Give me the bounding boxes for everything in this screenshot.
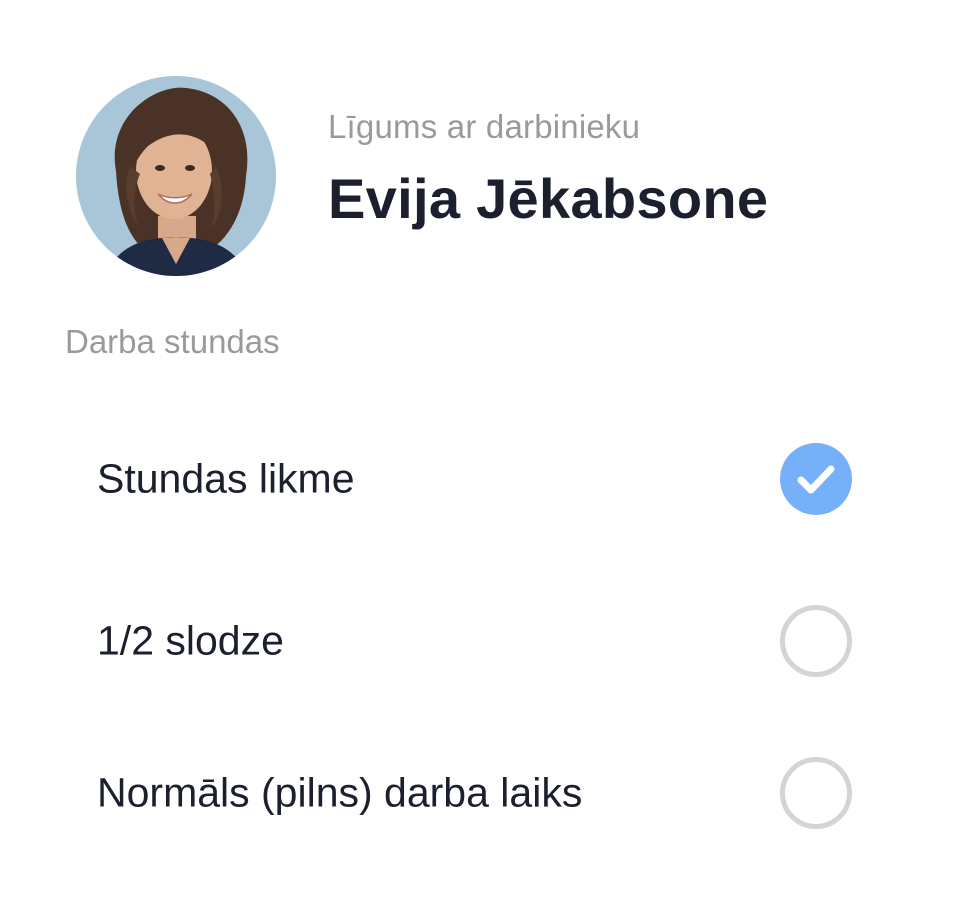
option-label: Normāls (pilns) darba laiks <box>97 769 583 816</box>
contract-header: Līgums ar darbinieku Evija Jēkabsone <box>76 76 896 276</box>
person-photo-icon <box>76 76 276 276</box>
contract-subtitle: Līgums ar darbinieku <box>328 108 641 145</box>
radio-unchecked-icon[interactable] <box>780 757 852 829</box>
option-label: Stundas likme <box>97 455 355 502</box>
checkmark-icon <box>797 465 835 494</box>
employee-name: Evija Jēkabsone <box>328 167 769 230</box>
option-label: 1/2 slodze <box>97 617 284 664</box>
option-half-time[interactable]: 1/2 slodze <box>64 586 884 696</box>
avatar <box>76 76 276 276</box>
radio-checked-icon[interactable] <box>780 443 852 515</box>
option-full-time[interactable]: Normāls (pilns) darba laiks <box>64 738 884 848</box>
section-label-work-hours: Darba stundas <box>65 323 280 360</box>
option-hourly-rate[interactable]: Stundas likme <box>64 424 884 534</box>
radio-unchecked-icon[interactable] <box>780 605 852 677</box>
